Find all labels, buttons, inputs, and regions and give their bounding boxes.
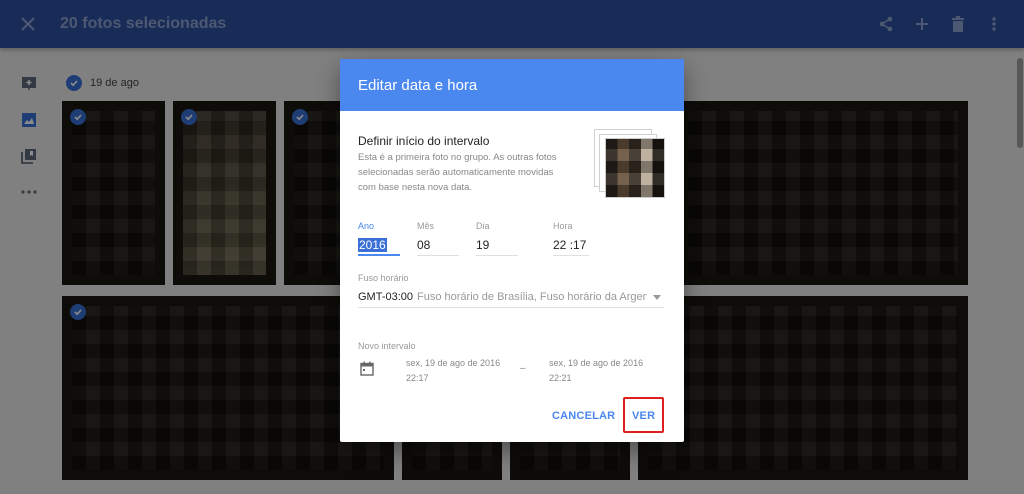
interval-start: sex, 19 de ago de 2016 22:17 bbox=[406, 356, 500, 386]
dropdown-arrow-icon[interactable] bbox=[653, 295, 661, 300]
section-description: Esta é a primeira foto no grupo. As outr… bbox=[358, 152, 557, 193]
time-label: Hora bbox=[553, 221, 573, 231]
interval-end-time: 22:21 bbox=[549, 373, 572, 383]
day-value: 19 bbox=[476, 238, 490, 252]
year-label: Ano bbox=[358, 221, 375, 231]
new-interval-label: Novo intervalo bbox=[358, 341, 416, 351]
interval-end: sex, 19 de ago de 2016 22:21 bbox=[549, 356, 643, 386]
section-title: Definir início do intervalo bbox=[358, 134, 490, 148]
day-field[interactable]: 19 bbox=[476, 238, 518, 256]
hour-value[interactable]: 22 bbox=[553, 238, 566, 252]
timezone-code: GMT-03:00 bbox=[358, 291, 414, 303]
interval-end-date: sex, 19 de ago de 2016 bbox=[549, 358, 644, 368]
year-value: 2016 bbox=[358, 238, 387, 252]
cancel-button[interactable]: CANCELAR bbox=[552, 410, 615, 422]
dialog-title: Editar data e hora bbox=[340, 59, 684, 111]
month-field[interactable]: 08 bbox=[417, 238, 459, 256]
first-photo-thumbnail bbox=[605, 138, 665, 198]
edit-date-time-dialog: Editar data e hora Definir início do int… bbox=[340, 59, 684, 442]
interval-start-time: 22:17 bbox=[406, 373, 429, 383]
calendar-icon bbox=[360, 361, 374, 381]
interval-start-date: sex, 19 de ago de 2016 bbox=[406, 358, 501, 368]
day-label: Dia bbox=[476, 221, 490, 231]
timezone-label: Fuso horário bbox=[358, 273, 409, 283]
month-value: 08 bbox=[417, 238, 431, 252]
timezone-select[interactable]: Fuso horário de Brasília, Fuso horário d… bbox=[417, 291, 647, 303]
photo-stack-preview bbox=[594, 129, 666, 199]
month-label: Mês bbox=[417, 221, 435, 231]
minute-value[interactable]: 17 bbox=[573, 238, 586, 252]
interval-dash: – bbox=[520, 363, 526, 374]
year-field[interactable]: 2016 bbox=[358, 238, 400, 256]
time-field[interactable]: 22 :17 bbox=[553, 238, 589, 256]
ok-button[interactable]: VER bbox=[632, 410, 655, 422]
timezone-underline bbox=[358, 307, 664, 308]
